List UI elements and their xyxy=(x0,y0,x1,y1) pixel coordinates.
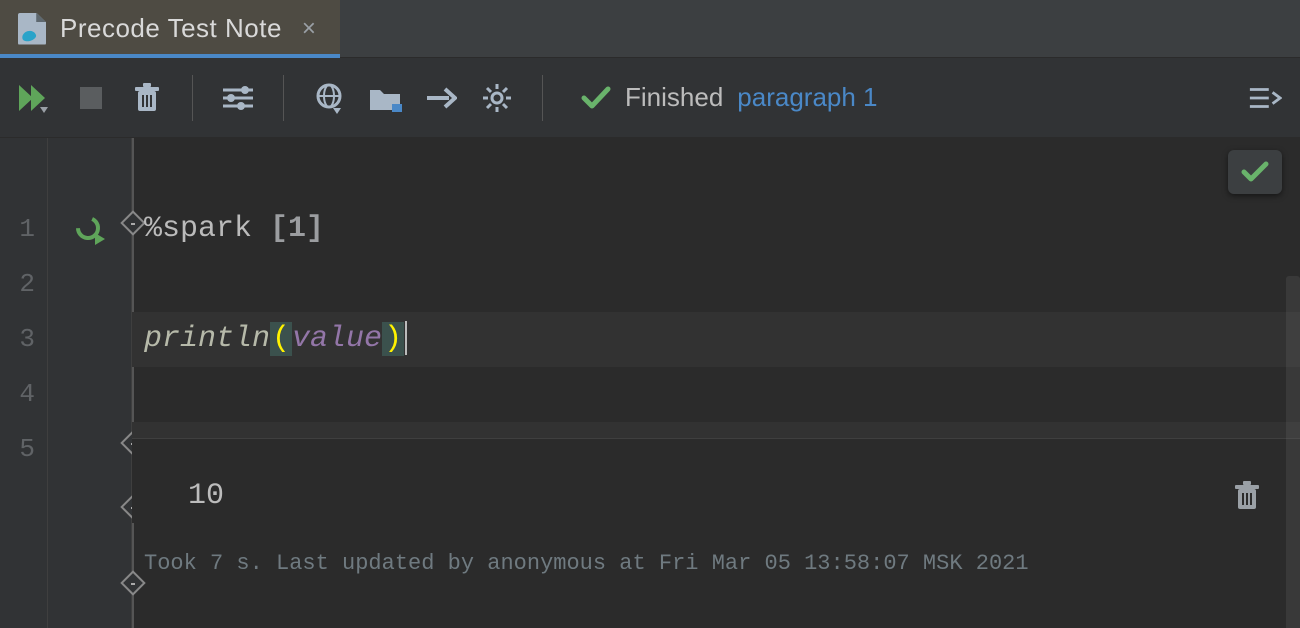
vertical-scrollbar[interactable] xyxy=(1286,276,1300,628)
line-number-gutter: 1 2 3 4 5 xyxy=(0,138,48,628)
separator xyxy=(283,75,284,121)
gutter-icon-column xyxy=(48,138,132,628)
tab-active[interactable]: Precode Test Note × xyxy=(0,0,340,57)
separator xyxy=(192,75,193,121)
run-cell-icon[interactable] xyxy=(75,215,105,245)
cell-status-check[interactable] xyxy=(1228,150,1282,194)
paren-close: ) xyxy=(382,322,404,356)
tab-bar: Precode Test Note × xyxy=(0,0,1300,58)
line-number: 2 xyxy=(0,257,47,312)
cell-index: [1] xyxy=(270,212,324,246)
status-area: Finished paragraph 1 xyxy=(581,82,878,113)
status-link[interactable]: paragraph 1 xyxy=(737,82,877,113)
output-divider xyxy=(132,438,1300,468)
output-block: 10 Took 7 s. Last updated by anonymous a… xyxy=(132,438,1300,576)
output-row: 10 xyxy=(132,468,1300,523)
function-token: println xyxy=(144,322,270,356)
line-number: 5 xyxy=(0,422,47,477)
clear-output-button[interactable] xyxy=(1234,481,1260,511)
paren-open: ( xyxy=(270,322,292,356)
output-meta: Took 7 s. Last updated by anonymous at F… xyxy=(132,551,1300,576)
arrow-right-icon[interactable] xyxy=(424,81,458,115)
check-icon xyxy=(581,86,611,110)
outline-icon[interactable] xyxy=(1248,81,1282,115)
status-text: Finished xyxy=(625,82,723,113)
globe-refresh-icon[interactable] xyxy=(312,81,346,115)
argument-token: value xyxy=(292,322,382,356)
line-number: 3 xyxy=(0,312,47,367)
trash-button[interactable] xyxy=(130,81,164,115)
output-value: 10 xyxy=(188,479,224,513)
tab-title: Precode Test Note xyxy=(60,13,282,44)
editor-area: 1 2 3 4 5 %spark [1] println(value) 10 xyxy=(0,138,1300,628)
separator xyxy=(542,75,543,121)
toolbar: Finished paragraph 1 xyxy=(0,58,1300,138)
code-line[interactable] xyxy=(132,257,1300,312)
close-icon[interactable]: × xyxy=(296,15,322,43)
toolbar-right xyxy=(1248,81,1282,115)
line-number: 1 xyxy=(0,202,47,257)
notebook-file-icon xyxy=(18,13,46,45)
code-line[interactable] xyxy=(132,367,1300,422)
code-line[interactable]: %spark [1] xyxy=(132,202,1300,257)
folder-icon[interactable] xyxy=(368,81,402,115)
code-editor[interactable]: %spark [1] println(value) 10 Took 7 s. L… xyxy=(132,138,1300,628)
stop-button[interactable] xyxy=(74,81,108,115)
gear-icon[interactable] xyxy=(480,81,514,115)
settings-sliders-icon[interactable] xyxy=(221,81,255,115)
line-number: 4 xyxy=(0,367,47,422)
run-all-button[interactable] xyxy=(18,81,52,115)
caret xyxy=(405,321,407,355)
magic-token: %spark xyxy=(144,212,252,246)
code-line-current[interactable]: println(value) xyxy=(132,312,1300,367)
